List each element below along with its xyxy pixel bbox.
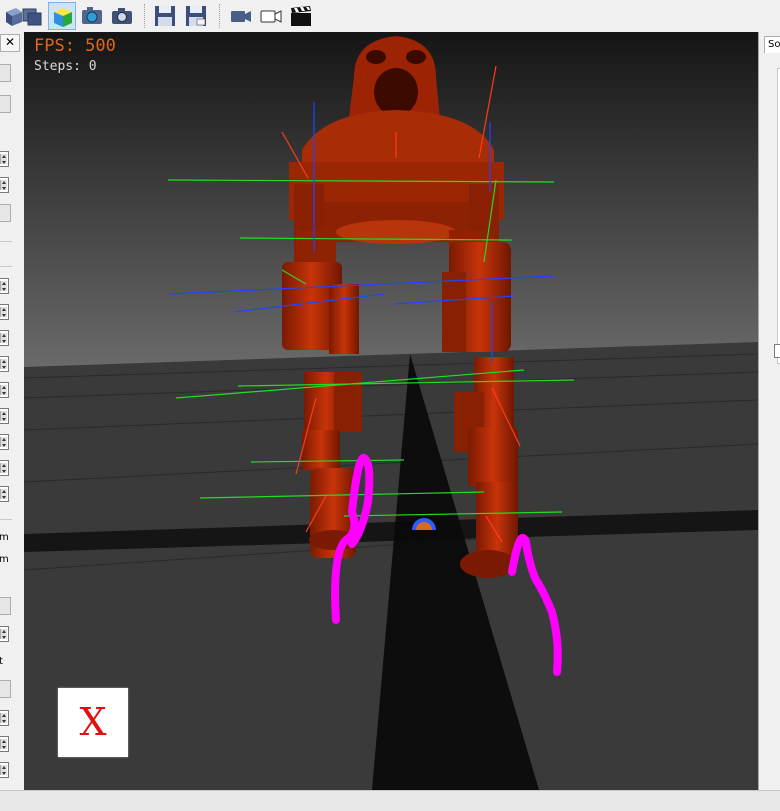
left-panel-button[interactable]	[0, 95, 11, 113]
robot-right-shin	[476, 482, 518, 562]
left-panel-spinbox[interactable]	[0, 356, 9, 372]
left-panel-label: m	[0, 532, 9, 543]
save-icon	[155, 6, 175, 26]
video-camera-icon	[231, 11, 251, 22]
save-all-button[interactable]	[182, 2, 210, 30]
left-panel-spinbox[interactable]	[0, 408, 9, 424]
left-panel-divider	[0, 241, 12, 242]
simulation-viewport[interactable]: FPS: 500 Steps: 0 X	[24, 32, 758, 790]
clapperboard-button[interactable]	[287, 2, 315, 30]
video-record-icon	[260, 10, 282, 23]
camera-icon	[112, 8, 132, 24]
status-bar	[0, 790, 780, 811]
left-panel-spinbox[interactable]	[0, 460, 9, 476]
right-panel-tab[interactable]: So	[764, 36, 780, 53]
camera-snapshot-button[interactable]	[78, 2, 106, 30]
view-cube-icon	[54, 8, 72, 27]
toolbar-separator	[219, 4, 221, 28]
left-panel-button[interactable]	[0, 64, 11, 82]
left-panel-spinbox[interactable]	[0, 304, 9, 320]
left-panel-label: m	[0, 554, 9, 565]
left-panel-button[interactable]	[0, 680, 11, 698]
left-panel-spinbox[interactable]	[0, 736, 9, 752]
video-camera-button[interactable]	[227, 2, 255, 30]
left-panel-spinbox[interactable]	[0, 177, 9, 193]
left-panel-spinbox[interactable]	[0, 434, 9, 450]
left-panel-spinbox[interactable]	[0, 330, 9, 346]
save-all-icon	[186, 6, 206, 26]
camera-snapshot-icon	[82, 7, 102, 24]
left-panel-spinbox[interactable]	[0, 710, 9, 726]
left-panel-spinbox[interactable]	[0, 626, 9, 642]
view-layers-button[interactable]	[18, 2, 46, 30]
view-layers-icon	[22, 8, 42, 26]
right-panel: So	[758, 32, 780, 790]
save-button[interactable]	[151, 2, 179, 30]
left-panel-spinbox[interactable]	[0, 486, 9, 502]
fps-readout: FPS: 500	[34, 36, 116, 56]
steps-readout: Steps: 0	[34, 59, 97, 74]
axis-indicator: X	[58, 688, 128, 757]
left-panel-close-button[interactable]: ✕	[0, 34, 20, 52]
axis-indicator-label: X	[79, 700, 107, 744]
left-panel: ✕ m m t	[0, 32, 25, 790]
left-panel-spinbox[interactable]	[0, 382, 9, 398]
right-panel-checkbox[interactable]	[774, 344, 780, 358]
toolbar	[0, 0, 780, 33]
left-panel-button[interactable]	[0, 597, 11, 615]
left-panel-button[interactable]	[0, 204, 11, 222]
view-cube-button[interactable]	[48, 2, 76, 30]
left-panel-spinbox[interactable]	[0, 278, 9, 294]
video-record-button[interactable]	[257, 2, 285, 30]
toolbar-separator	[144, 4, 146, 28]
left-panel-divider	[0, 266, 12, 267]
robot-head-opening	[374, 68, 418, 116]
clapperboard-icon	[291, 6, 311, 26]
camera-button[interactable]	[108, 2, 136, 30]
scene-canvas	[24, 32, 758, 790]
robot-right-foot	[460, 550, 516, 578]
left-panel-divider	[0, 519, 12, 520]
left-panel-spinbox[interactable]	[0, 151, 9, 167]
left-panel-spinbox[interactable]	[0, 762, 9, 778]
left-panel-label: t	[0, 656, 3, 667]
